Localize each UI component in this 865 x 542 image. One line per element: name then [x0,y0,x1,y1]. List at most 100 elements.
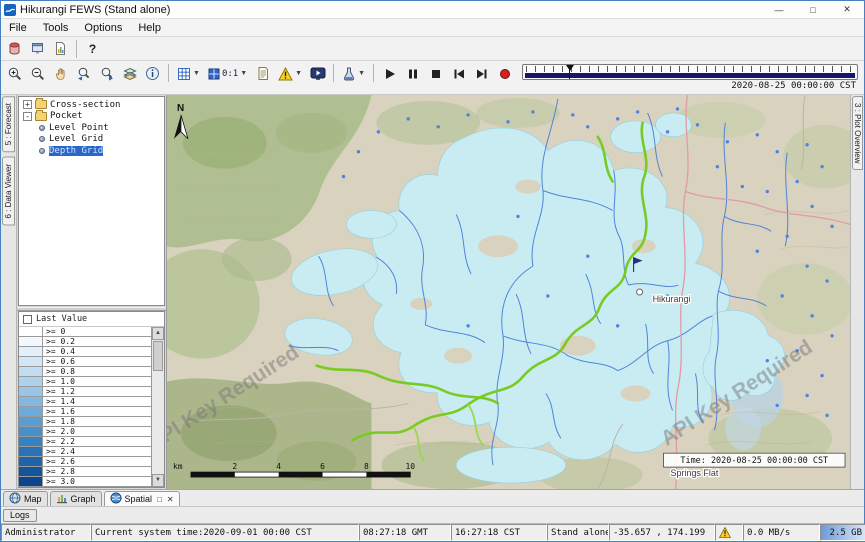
legend-swatch [19,397,43,406]
legend-row: >= 0.6 [19,357,151,367]
legend-swatch [19,437,43,446]
map-view[interactable]: API Key Required API Key Required Hikura… [167,95,850,489]
database-button[interactable] [3,38,26,59]
legend-label: >= 2.0 [43,427,151,436]
scroll-up-icon[interactable]: ▲ [152,327,164,340]
tab-spatial[interactable]: Spatial □ ✕ [104,491,180,506]
import-button[interactable] [26,38,49,59]
legend-panel: Last Value >= 0>= 0.2>= 0.4>= 0.6>= 0.8>… [18,311,165,488]
pan-button[interactable] [49,63,72,84]
legend-label: >= 1.2 [43,387,151,396]
zoom-in-button[interactable] [3,63,26,84]
status-bar: AdministratorCurrent system time:2020-09… [1,523,864,541]
tab-label: Graph [71,494,96,504]
stop-button[interactable] [424,63,447,84]
window-controls: — □ ✕ [762,1,864,18]
status-local-time: 16:27:18 CST [451,524,547,541]
legend-label: >= 0.4 [43,347,151,356]
place-label: Hikurangi [653,294,691,304]
scale-tick: 8 [364,462,369,471]
play-button[interactable] [378,63,401,84]
legend-row: >= 2.8 [19,467,151,477]
legend-swatch [19,477,43,486]
profile-button[interactable] [251,63,274,84]
tab-label: Spatial [125,494,153,504]
menu-tools[interactable]: Tools [35,21,77,35]
chevron-down-icon: ▼ [240,70,247,77]
maximize-button[interactable]: □ [796,1,830,18]
pause-button[interactable] [401,63,424,84]
thresholds-button[interactable]: ▼ [274,63,306,84]
left-tab-6-data-viewer[interactable]: 6 : Data Viewer [2,157,15,226]
right-tab-3-plot-overview[interactable]: 3 : Plot Overview [852,96,863,170]
legend-label: >= 1.8 [43,417,151,426]
grid-display-button[interactable]: ▼ [173,63,204,84]
grid-value-button[interactable]: 0:1 ▼ [204,63,251,84]
record-icon [498,67,512,81]
time-slider[interactable] [522,64,858,80]
tab-graph[interactable]: Graph [50,491,102,506]
legend-scrollbar[interactable]: ▲ ▼ [151,327,164,487]
status-download-speed: 0.0 MB/s [743,524,820,541]
map-time-box: Time: 2020-08-25 00:00:00 CST [664,453,845,467]
animation-tool-button[interactable]: ▼ [338,63,369,84]
legend-label: >= 2.2 [43,437,151,446]
time-slider-thumb[interactable] [566,65,574,71]
tree-item-level-grid[interactable]: Level Grid [19,134,164,146]
export-button[interactable] [49,38,72,59]
status-text: Administrator [5,528,75,538]
tree-item-level-point[interactable]: Level Point [19,122,164,134]
last-value-checkbox[interactable] [23,315,32,324]
time-slider-ticks [526,66,854,72]
tree-item-label: Depth Grid [49,146,103,156]
globe-icon [9,492,21,504]
display-button[interactable] [306,63,329,84]
legend-row: >= 1.2 [19,387,151,397]
node-bullet-icon [39,148,45,154]
left-tab-strip: 5 : Forecast 6 : Data Viewer [1,95,17,489]
legend-row: >= 3.0 [19,477,151,487]
status-text: Stand alone [551,528,609,538]
title-bar: Hikurangi FEWS (Stand alone) — □ ✕ [1,1,864,19]
minimize-button[interactable]: — [762,1,796,18]
map-canvas[interactable]: API Key Required API Key Required Hikura… [167,95,850,489]
left-tab-5-forecast[interactable]: 5 : Forecast [2,96,15,152]
stop-icon [429,67,443,81]
app-icon [4,4,16,16]
node-bullet-icon [39,136,45,142]
tree-expander-icon[interactable]: + [23,100,32,109]
help-button[interactable]: ? [81,38,104,59]
warning-triangle-icon [278,67,293,81]
scrollbar-thumb[interactable] [153,341,163,371]
legend-swatch [19,457,43,466]
info-button[interactable] [141,63,164,84]
legend-label: >= 0.2 [43,337,151,346]
legend-title: Last Value [36,314,87,324]
menu-options[interactable]: Options [76,21,130,35]
database-icon [7,41,22,56]
close-button[interactable]: ✕ [830,1,864,18]
logs-row: Logs [1,506,864,523]
layers-button[interactable] [118,63,141,84]
scale-tick: 4 [276,462,281,471]
tree-item-pocket[interactable]: -Pocket [19,111,164,123]
tree-expander-icon[interactable]: - [23,112,32,121]
menu-help[interactable]: Help [130,21,169,35]
tree-list: +Cross-section-PocketLevel PointLevel Gr… [19,99,164,157]
tree-item-depth-grid[interactable]: Depth Grid [19,145,164,157]
tab-restore-icon[interactable]: □ [157,495,162,504]
record-button[interactable] [493,63,516,84]
tab-map[interactable]: Map [3,491,48,506]
zoom-out-button[interactable] [26,63,49,84]
zoom-previous-button[interactable] [72,63,95,84]
zoom-next-button[interactable] [95,63,118,84]
logs-button[interactable]: Logs [3,509,37,522]
tab-close-icon[interactable]: ✕ [167,495,174,504]
pause-icon [406,67,420,81]
bottom-tab-bar: Map Graph Spatial □ ✕ [1,489,864,506]
folder-icon [35,100,47,109]
scroll-down-icon[interactable]: ▼ [152,474,164,487]
menu-file[interactable]: File [1,21,35,35]
skip-to-start-button[interactable] [447,63,470,84]
skip-to-end-button[interactable] [470,63,493,84]
